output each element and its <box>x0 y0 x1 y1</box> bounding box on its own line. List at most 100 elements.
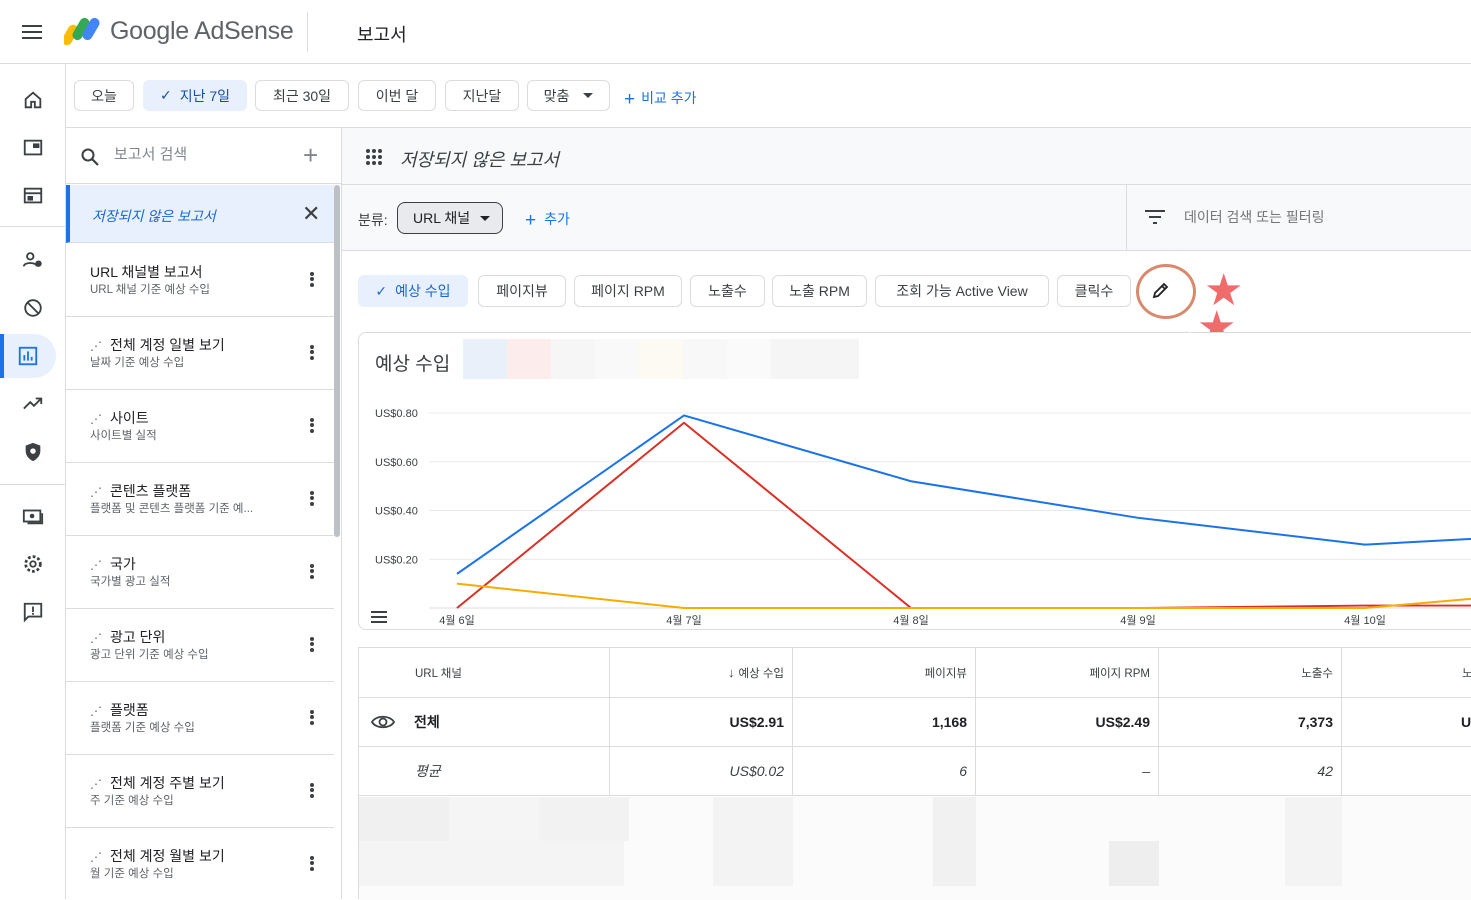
report-item[interactable]: ⋰ 플랫폼 플랫폼 기준 예상 수입 <box>66 682 334 755</box>
average-impressions: 42 <box>1159 747 1342 796</box>
col-header-revenue[interactable]: ↓ 예상 수입 <box>610 648 793 698</box>
series-line-2 <box>456 582 1471 609</box>
rail-ads[interactable] <box>0 126 66 170</box>
metric-chip-label: 클릭수 <box>1074 283 1114 299</box>
breakdown-select[interactable]: URL 채널 <box>397 202 503 234</box>
divider <box>1126 185 1127 251</box>
report-item-subtitle: 주 기준 예상 수입 <box>90 795 174 807</box>
report-item-title: ⋰ 플랫폼 <box>90 700 149 720</box>
more-vert-icon[interactable] <box>308 708 316 728</box>
metric-chip[interactable]: 노출수 <box>690 275 765 307</box>
eye-icon[interactable] <box>371 714 395 730</box>
main-menu-button[interactable] <box>18 18 46 46</box>
breakdown-value: URL 채널 <box>413 210 471 226</box>
metric-chip[interactable]: ✓ 예상 수입 <box>358 275 468 307</box>
average-cut-cell <box>1342 747 1471 796</box>
scrollbar[interactable] <box>334 185 340 537</box>
edit-metrics-button[interactable] <box>1141 270 1181 310</box>
privacy-icon <box>25 442 41 462</box>
add-breakdown-button[interactable]: + 추가 <box>525 209 570 232</box>
rail-blocking[interactable] <box>0 238 66 282</box>
active-report-title: 저장되지 않은 보고서 <box>92 208 216 224</box>
redacted-rows <box>359 797 1471 900</box>
sparkle-chart-icon: ⋰ <box>90 777 102 791</box>
metric-chip[interactable]: 노출 RPM <box>772 275 867 307</box>
total-row-label: 전체 <box>359 698 610 747</box>
report-item[interactable]: ⋰ 전체 계정 주별 보기 주 기준 예상 수입 <box>66 755 334 828</box>
report-item-subtitle: 월 기준 예상 수입 <box>90 868 174 880</box>
filter-icon[interactable] <box>1145 209 1165 225</box>
rail-settings[interactable] <box>0 542 66 586</box>
adsense-logo-icon[interactable] <box>64 14 100 46</box>
report-item-active[interactable]: 저장되지 않은 보고서 ✕ <box>66 185 334 243</box>
rail-payments[interactable] <box>0 494 66 538</box>
data-filter-input[interactable] <box>1184 209 1424 225</box>
col-header-url-channel[interactable]: URL 채널 <box>359 648 610 698</box>
date-chip-last7[interactable]: ✓ 지난 7일 <box>143 80 247 111</box>
more-vert-icon[interactable] <box>308 416 316 436</box>
date-chip-custom[interactable]: 맞춤 <box>527 80 610 111</box>
col-header-pageviews[interactable]: 페이지뷰 <box>793 648 976 698</box>
col-header-revenue-label: 예상 수입 <box>738 667 784 680</box>
date-chip-last-month[interactable]: 지난달 <box>445 80 519 111</box>
report-item[interactable]: URL 채널별 보고서 URL 채널 기준 예상 수입 <box>66 244 334 317</box>
metric-chip[interactable]: 조회 가능 Active View <box>875 275 1049 307</box>
report-item-title: ⋰ 전체 계정 일별 보기 <box>90 335 225 355</box>
report-item[interactable]: ⋰ 전체 계정 일별 보기날짜 기준 예상 수입 <box>66 317 334 390</box>
col-header-impressions[interactable]: 노출수 <box>1159 648 1342 698</box>
more-vert-icon[interactable] <box>308 781 316 801</box>
check-icon: ✓ <box>375 282 388 299</box>
report-item[interactable]: ⋰ 콘텐츠 플랫폼 플랫폼 및 콘텐츠 플랫폼 기준 예... <box>66 463 334 536</box>
metric-chip[interactable]: 클릭수 <box>1057 275 1131 307</box>
metric-chip[interactable]: 페이지뷰 <box>478 275 566 307</box>
report-item[interactable]: ⋰ 국가 국가별 광고 실적 <box>66 536 334 609</box>
more-vert-icon[interactable] <box>308 562 316 582</box>
legend-toggle-icon[interactable] <box>371 611 387 623</box>
more-vert-icon[interactable] <box>308 489 316 509</box>
metric-chip-label: 예상 수입 <box>395 283 451 299</box>
metric-chip-label: 조회 가능 Active View <box>896 283 1028 299</box>
report-item[interactable]: ⋰ 전체 계정 월별 보기월 기준 예상 수입 <box>66 828 334 899</box>
rail-block[interactable] <box>0 286 66 330</box>
new-report-plus-icon[interactable]: + <box>303 140 318 171</box>
date-chip-last30[interactable]: 최근 30일 <box>255 80 349 111</box>
report-item-subtitle: 날짜 기준 예상 수입 <box>90 357 185 369</box>
y-tick-label: US$0.40 <box>375 506 418 518</box>
report-item[interactable]: ⋰ 광고 단위 광고 단위 기준 예상 수입 <box>66 609 334 682</box>
rail-home[interactable] <box>0 78 66 122</box>
report-search-input[interactable] <box>114 146 294 163</box>
more-vert-icon[interactable] <box>308 343 316 363</box>
report-item[interactable]: ⋰ 사이트 사이트별 실적 <box>66 390 334 463</box>
add-compare-button[interactable]: + 비교 추가 <box>624 88 697 111</box>
metric-chip[interactable]: 페이지 RPM <box>574 275 682 307</box>
rail-optimization[interactable] <box>0 382 66 426</box>
col-header-page-rpm[interactable]: 페이지 RPM <box>976 648 1159 698</box>
x-tick-label: 4월 8일 <box>893 613 929 627</box>
rail-content[interactable] <box>0 174 66 218</box>
average-label: 평균 <box>359 747 610 796</box>
sparkle-chart-icon: ⋰ <box>90 558 102 572</box>
close-icon[interactable]: ✕ <box>302 201 320 227</box>
report-item-title-text: 플랫폼 <box>110 702 149 718</box>
report-item-title-text: 국가 <box>110 556 136 572</box>
rail-feedback[interactable] <box>0 590 66 634</box>
report-table: URL 채널 ↓ 예상 수입 페이지뷰 페이지 RPM 노출수 노 전체 US$2… <box>358 647 1471 900</box>
custom-label: 맞춤 <box>543 87 570 104</box>
report-item-title: ⋰ 전체 계정 월별 보기 <box>90 846 225 866</box>
report-item-title: ⋰ 국가 <box>90 554 136 574</box>
more-vert-icon[interactable] <box>308 854 316 874</box>
report-item-title-text: 사이트 <box>110 410 149 426</box>
apps-grid-icon[interactable] <box>366 149 382 165</box>
date-chip-this-month[interactable]: 이번 달 <box>358 80 436 111</box>
breakdown-row: 분류: URL 채널 + 추가 <box>342 185 1471 251</box>
col-header-cut[interactable]: 노 <box>1342 648 1471 698</box>
rail-privacy[interactable] <box>0 430 66 474</box>
average-pageviews: 6 <box>793 747 976 796</box>
date-chip-today[interactable]: 오늘 <box>74 80 134 111</box>
chevron-down-icon <box>480 216 490 221</box>
rail-reports[interactable] <box>0 334 56 378</box>
page-title: 보고서 <box>357 25 407 45</box>
more-vert-icon[interactable] <box>308 270 316 290</box>
more-vert-icon[interactable] <box>308 635 316 655</box>
report-item-title-text: URL 채널별 보고서 <box>90 264 203 280</box>
